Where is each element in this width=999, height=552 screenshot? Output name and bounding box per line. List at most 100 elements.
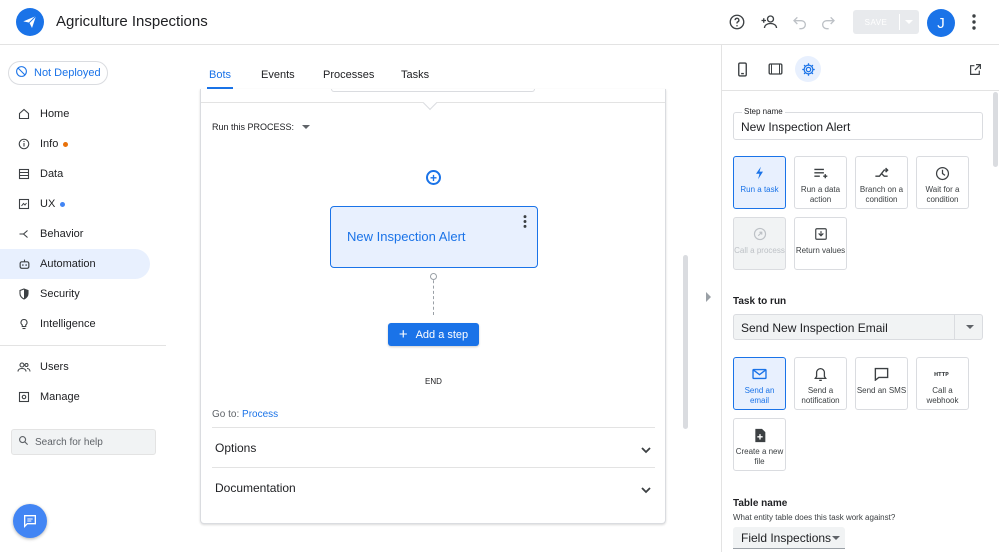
- goto-prefix: Go to:: [212, 409, 240, 420]
- end-label: END: [425, 377, 442, 386]
- save-button[interactable]: SAVE: [853, 10, 919, 34]
- chat-button[interactable]: [13, 504, 47, 538]
- sidebar-item-ux[interactable]: UX: [0, 189, 150, 219]
- sidebar-item-behavior[interactable]: Behavior: [0, 219, 150, 249]
- tile-label: Run a task: [740, 185, 779, 194]
- data-icon: [17, 167, 31, 181]
- goto-process-link[interactable]: Process: [242, 409, 278, 420]
- main-scrollbar[interactable]: [683, 255, 688, 429]
- open-in-new-icon[interactable]: [962, 56, 988, 82]
- table-name-title: Table name: [733, 498, 788, 509]
- branch-icon: [874, 164, 889, 182]
- chevron-down-icon[interactable]: [905, 20, 913, 24]
- ux-icon: [17, 197, 31, 211]
- panel-scrollbar[interactable]: [993, 92, 998, 167]
- undo-icon[interactable]: [789, 11, 811, 33]
- return-values-tile[interactable]: Return values: [794, 217, 847, 270]
- sidebar-item-home[interactable]: Home: [0, 99, 150, 129]
- send-sms-tile[interactable]: Send an SMS: [855, 357, 908, 410]
- sidebar-item-manage[interactable]: Manage: [0, 382, 150, 412]
- sidebar-item-security[interactable]: Security: [0, 279, 150, 309]
- return-icon: [814, 225, 828, 243]
- select-divider: [954, 315, 955, 339]
- options-accordion[interactable]: Options: [212, 427, 655, 467]
- sidebar-item-label: Info: [40, 138, 59, 150]
- new-file-icon: [754, 426, 766, 444]
- chevron-down-icon[interactable]: [966, 325, 974, 329]
- automation-icon: [17, 257, 31, 271]
- manage-icon: [17, 390, 31, 404]
- redo-icon[interactable]: [817, 11, 839, 33]
- status-dot: [60, 201, 66, 207]
- sidebar-item-label: Automation: [40, 258, 96, 270]
- sidebar-item-info[interactable]: Info: [0, 129, 150, 159]
- collapse-panel-icon[interactable]: [706, 292, 711, 302]
- phone-preview-icon[interactable]: [729, 56, 755, 82]
- wait-condition-tile[interactable]: Wait for a condition: [916, 156, 969, 209]
- bell-icon: [814, 365, 827, 383]
- sidebar-item-users[interactable]: Users: [0, 352, 150, 382]
- call-webhook-tile[interactable]: HTTP Call a webhook: [916, 357, 969, 410]
- help-icon[interactable]: [726, 11, 748, 33]
- event-step-edge: [331, 89, 535, 92]
- run-process-dropdown[interactable]: Run this PROCESS:: [212, 122, 311, 132]
- lightning-icon: [754, 164, 765, 182]
- process-step-card[interactable]: New Inspection Alert: [330, 206, 538, 268]
- tab-bots[interactable]: Bots: [209, 69, 231, 81]
- search-icon: [18, 435, 29, 449]
- chevron-down-icon: [302, 125, 311, 129]
- sidebar-item-label: Security: [40, 288, 80, 300]
- sidebar-nav: Home Info Data UX Behavior Automation Se…: [0, 99, 168, 412]
- add-person-icon[interactable]: [758, 11, 780, 33]
- sidebar-item-intelligence[interactable]: Intelligence: [0, 309, 150, 339]
- sidebar-item-label: Manage: [40, 391, 80, 403]
- shield-icon: [17, 287, 31, 301]
- user-avatar[interactable]: J: [927, 9, 955, 37]
- panel-body: Step name New Inspection Alert Run a tas…: [722, 92, 992, 552]
- sidebar-item-automation[interactable]: Automation: [0, 249, 150, 279]
- app-title: Agriculture Inspections: [56, 13, 208, 30]
- chat-icon: [24, 515, 36, 528]
- tile-label: Wait for a condition: [925, 185, 960, 204]
- sidebar-item-label: Data: [40, 168, 64, 180]
- more-vert-icon[interactable]: [523, 215, 527, 231]
- connector-notch: [422, 95, 438, 111]
- run-task-tile[interactable]: Run a task: [733, 156, 786, 209]
- step-settings-panel: Step name New Inspection Alert Run a tas…: [721, 45, 999, 552]
- deploy-status-pill[interactable]: Not Deployed: [8, 61, 108, 85]
- http-icon: HTTP: [934, 365, 952, 383]
- send-email-tile[interactable]: Send an email: [733, 357, 786, 410]
- sidebar-item-label: Home: [40, 108, 70, 120]
- tablet-preview-icon[interactable]: [762, 56, 788, 82]
- step-name-field[interactable]: Step name New Inspection Alert: [733, 107, 983, 140]
- documentation-accordion[interactable]: Documentation: [212, 467, 655, 507]
- tile-label: Call a process: [734, 246, 785, 255]
- branch-condition-tile[interactable]: Branch on a condition: [855, 156, 908, 209]
- create-file-tile[interactable]: Create a new file: [733, 418, 786, 471]
- sidebar-item-data[interactable]: Data: [0, 159, 150, 189]
- clock-icon: [935, 164, 950, 182]
- tab-events[interactable]: Events: [261, 69, 295, 81]
- mail-icon: [752, 365, 767, 383]
- tile-label: Call a webhook: [926, 386, 959, 405]
- add-step-label: Add a step: [415, 328, 469, 341]
- step-card-title: New Inspection Alert: [347, 229, 466, 244]
- tab-processes[interactable]: Processes: [323, 69, 374, 81]
- add-step-button[interactable]: + Add a step: [388, 323, 479, 346]
- tab-tasks[interactable]: Tasks: [401, 69, 429, 81]
- top-bar: Agriculture Inspections SAVE J: [0, 0, 999, 45]
- run-data-action-tile[interactable]: Run a data action: [794, 156, 847, 209]
- run-process-label: Run this PROCESS:: [212, 122, 295, 132]
- task-to-run-select[interactable]: Send New Inspection Email: [733, 314, 983, 340]
- table-name-select[interactable]: Field Inspections: [733, 527, 845, 549]
- gear-icon[interactable]: [795, 56, 821, 82]
- tile-label: Return values: [795, 246, 846, 255]
- connector-dot: [430, 273, 437, 280]
- send-notification-tile[interactable]: Send a notification: [794, 357, 847, 410]
- step-name-value: New Inspection Alert: [741, 120, 851, 134]
- insert-step-icon[interactable]: +: [426, 170, 441, 185]
- task-to-run-value: Send New Inspection Email: [741, 321, 888, 335]
- info-icon: [17, 137, 31, 151]
- help-search-field[interactable]: Search for help: [11, 429, 156, 455]
- more-vert-icon[interactable]: [963, 11, 985, 33]
